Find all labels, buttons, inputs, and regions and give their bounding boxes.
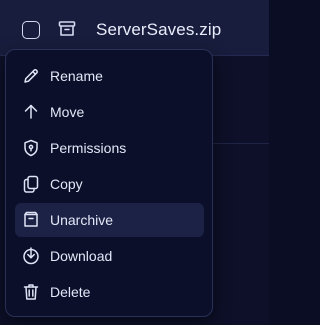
menu-item-label: Delete [50,284,91,300]
menu-item-label: Download [50,248,113,264]
unarchive-icon [21,210,41,230]
menu-item-copy[interactable]: Copy [15,167,204,201]
menu-item-label: Unarchive [50,212,114,228]
pencil-icon [21,66,41,86]
menu-item-move[interactable]: Move [15,95,204,129]
file-row[interactable]: ServerSaves.zip [0,0,269,56]
menu-item-download[interactable]: Download [15,239,204,273]
download-icon [21,246,41,266]
menu-item-label: Move [50,104,85,120]
file-checkbox[interactable] [22,21,40,39]
row-divider [213,143,269,144]
shield-icon [21,138,41,158]
context-menu: Rename Move Permissions Copy Unarchive D… [5,49,213,317]
archive-icon [58,20,76,38]
copy-icon [21,174,41,194]
menu-item-permissions[interactable]: Permissions [15,131,204,165]
menu-item-label: Copy [50,176,83,192]
menu-item-unarchive[interactable]: Unarchive [15,203,204,237]
menu-item-delete[interactable]: Delete [15,275,204,309]
menu-item-label: Rename [50,68,103,84]
arrow-up-icon [21,102,41,122]
trash-icon [21,282,41,302]
menu-item-rename[interactable]: Rename [15,59,204,93]
menu-item-label: Permissions [50,140,127,156]
file-name[interactable]: ServerSaves.zip [96,20,221,40]
